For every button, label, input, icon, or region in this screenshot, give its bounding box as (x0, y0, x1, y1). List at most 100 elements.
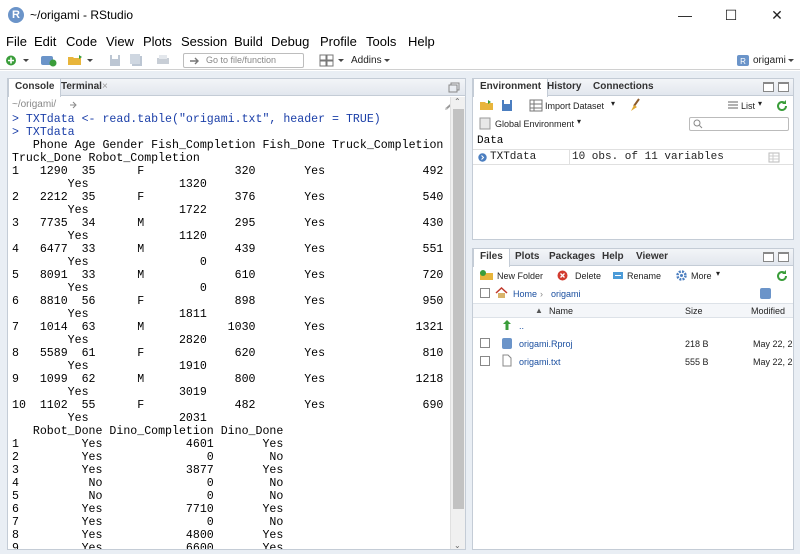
save-workspace-icon[interactable] (501, 99, 513, 112)
rename-button[interactable]: Rename (627, 271, 661, 281)
maximize-button[interactable]: ☐ (708, 0, 754, 30)
menu-file[interactable]: File (6, 34, 27, 49)
column-name[interactable]: Name (549, 306, 573, 316)
dropdown-arrow-icon[interactable] (22, 54, 30, 67)
dropdown-arrow-icon[interactable] (337, 54, 345, 67)
breadcrumb-home[interactable]: Home (513, 289, 537, 299)
project-file-icon[interactable] (759, 287, 772, 300)
file-name[interactable]: origami.Rproj (519, 339, 573, 349)
tab-plots[interactable]: Plots (509, 249, 545, 266)
console-line: 4 No 0 No (12, 477, 284, 490)
expand-circle-icon[interactable] (478, 153, 487, 162)
restore-pane-icon[interactable] (448, 82, 460, 93)
menu-profile[interactable]: Profile (320, 34, 357, 49)
view-table-icon[interactable] (768, 152, 780, 163)
console-line: Phone Age Gender Fish_Completion Fish_Do… (12, 139, 444, 152)
tab-files[interactable]: Files (473, 249, 510, 267)
dropdown-arrow-icon[interactable] (383, 54, 391, 67)
file-row[interactable]: origami.Rproj 218 B May 22, 2 (473, 335, 793, 353)
dropdown-arrow-icon[interactable] (86, 54, 94, 67)
open-file-icon[interactable] (67, 54, 85, 67)
sort-ascending-icon[interactable]: ▲ (535, 306, 543, 315)
addins-menu[interactable]: Addins (351, 55, 382, 66)
minimize-button[interactable]: — (662, 0, 708, 30)
print-icon[interactable] (155, 54, 171, 67)
console-pane: Console Terminal × ~/origami/ > TXTdata … (7, 78, 466, 550)
view-mode-dropdown[interactable]: List (741, 101, 755, 111)
import-dataset-button[interactable]: Import Dataset (545, 101, 604, 111)
console-line: 10 1102 55 F 482 Yes 690 (12, 399, 444, 412)
menu-view[interactable]: View (106, 34, 134, 49)
refresh-icon[interactable] (775, 269, 789, 283)
file-checkbox[interactable] (480, 356, 490, 366)
console-output[interactable]: > TXTdata <- read.table("origami.txt", h… (12, 113, 452, 549)
console-line: 5 No 0 No (12, 490, 284, 503)
column-modified[interactable]: Modified (751, 306, 785, 316)
menu-help[interactable]: Help (408, 34, 435, 49)
console-line: 1 Yes 4601 Yes (12, 438, 284, 451)
dropdown-arrow-icon[interactable]: ▾ (611, 99, 615, 108)
tab-viewer[interactable]: Viewer (630, 249, 674, 266)
tab-history[interactable]: History (541, 79, 587, 96)
environment-row[interactable]: TXTdata 10 obs. of 11 variables (473, 149, 793, 165)
dropdown-arrow-icon[interactable]: ▾ (577, 117, 581, 126)
tab-terminal[interactable]: Terminal (55, 79, 108, 96)
tab-packages[interactable]: Packages (543, 249, 601, 266)
new-folder-button[interactable]: New Folder (497, 271, 543, 281)
tab-environment[interactable]: Environment (473, 79, 549, 97)
dropdown-arrow-icon[interactable]: ▾ (716, 269, 720, 278)
maximize-pane-icon[interactable] (778, 82, 789, 92)
tab-connections[interactable]: Connections (587, 79, 660, 96)
menu-debug[interactable]: Debug (271, 34, 309, 49)
scroll-down-icon[interactable]: ⌄ (454, 541, 461, 550)
file-name[interactable]: origami.txt (519, 357, 561, 367)
menu-edit[interactable]: Edit (34, 34, 56, 49)
dropdown-arrow-icon[interactable] (787, 54, 795, 67)
more-menu[interactable]: More (691, 271, 712, 281)
new-project-icon[interactable] (40, 54, 58, 67)
file-checkbox[interactable] (480, 338, 490, 348)
save-all-icon[interactable] (129, 54, 143, 67)
close-button[interactable]: ✕ (754, 0, 800, 30)
menu-session[interactable]: Session (181, 34, 227, 49)
environment-pane: Environment History Connections Import D… (472, 78, 794, 240)
select-all-checkbox[interactable] (480, 288, 490, 298)
menu-plots[interactable]: Plots (143, 34, 172, 49)
load-workspace-icon[interactable] (479, 99, 495, 112)
parent-dir-link[interactable]: .. (519, 321, 524, 331)
environment-scope-bar: Global Environment ▾ (473, 115, 793, 133)
file-row-parent[interactable]: .. (473, 317, 793, 335)
file-row[interactable]: origami.txt 555 B May 22, 2 (473, 353, 793, 371)
environment-search-input[interactable] (689, 117, 789, 131)
menu-build[interactable]: Build (234, 34, 263, 49)
save-icon[interactable] (108, 54, 122, 67)
console-line: Yes 0 (12, 282, 207, 295)
delete-button[interactable]: Delete (575, 271, 601, 281)
environment-scope-dropdown[interactable]: Global Environment (495, 119, 574, 129)
goto-file-input[interactable]: Go to file/function (183, 53, 304, 68)
grid-layout-icon[interactable] (319, 54, 335, 67)
go-to-dir-icon[interactable] (68, 100, 78, 110)
column-size[interactable]: Size (685, 306, 703, 316)
maximize-pane-icon[interactable] (778, 252, 789, 262)
minimize-pane-icon[interactable] (763, 82, 774, 92)
tab-console[interactable]: Console (8, 79, 62, 97)
breadcrumb-origami[interactable]: origami (551, 289, 581, 299)
dropdown-arrow-icon[interactable]: ▾ (758, 99, 762, 108)
console-scrollbar[interactable]: ⌃ ⌄ (450, 97, 465, 550)
project-menu[interactable]: origami (753, 55, 786, 66)
new-file-icon[interactable] (5, 54, 19, 67)
minimize-pane-icon[interactable] (763, 252, 774, 262)
home-icon[interactable] (495, 287, 508, 299)
scroll-up-icon[interactable]: ⌃ (454, 97, 461, 106)
list-view-icon (728, 101, 738, 109)
console-line: 1 1290 35 F 320 Yes 492 (12, 165, 444, 178)
menu-code[interactable]: Code (66, 34, 97, 49)
close-tab-icon[interactable]: × (102, 81, 108, 92)
menu-tools[interactable]: Tools (366, 34, 396, 49)
clear-workspace-broom-icon[interactable] (629, 98, 643, 112)
file-modified: May 22, 2 (753, 339, 793, 349)
tab-help[interactable]: Help (596, 249, 630, 266)
scrollbar-thumb[interactable] (453, 109, 464, 509)
refresh-icon[interactable] (775, 99, 789, 113)
